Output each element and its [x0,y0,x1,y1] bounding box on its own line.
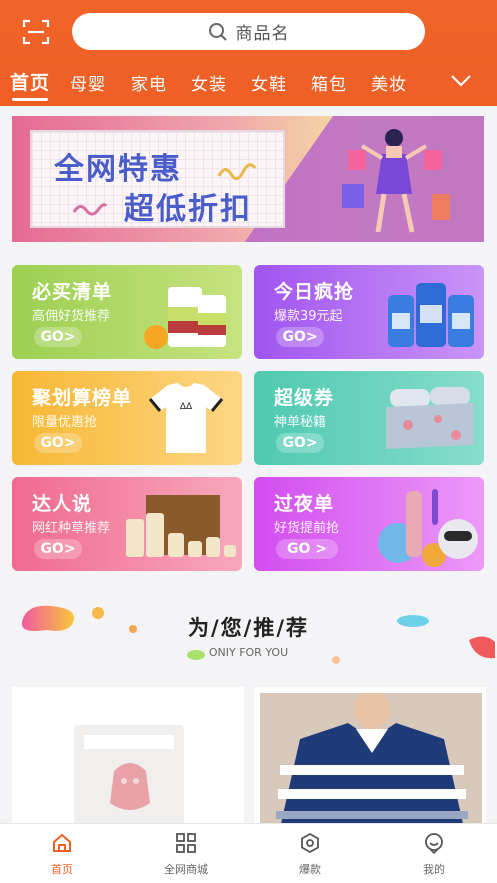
card-subtitle: 高佣好货推荐 [32,309,111,324]
nav-label: 首页 [51,863,73,876]
tab-womens-clothing[interactable]: 女装 [191,70,227,95]
polo-shirt-product-image [260,693,482,837]
category-tabs: 首页 母婴 家电 女装 女鞋 箱包 美妆 [0,62,497,106]
recommend-subtitle: ONIY FOR YOU [208,646,289,659]
nav-mine[interactable]: 我的 [394,832,474,877]
card-subtitle: 爆款39元起 [274,309,343,324]
card-today-rush[interactable]: 今日疯抢 爆款39元起 GO> [254,265,484,359]
go-button[interactable]: GO > [276,539,338,559]
nav-home[interactable]: 首页 [22,832,102,877]
gadgets-image [378,489,478,567]
card-subtitle: 好货提前抢 [274,521,340,536]
grid-icon [176,833,196,853]
tab-home[interactable]: 首页 [10,68,50,95]
card-title: 聚划算榜单 [32,387,133,409]
active-tab-underline [12,98,48,101]
tab-beauty[interactable]: 美妆 [371,70,407,95]
top-header: 商品名 首页 母婴 家电 女装 女鞋 箱包 美妆 [0,0,497,106]
search-icon [208,22,227,41]
face-mask-product-image [74,725,184,837]
tab-bags[interactable]: 箱包 [311,70,347,95]
nav-label: 爆款 [299,863,321,876]
nav-mall[interactable]: 全网商城 [146,832,226,877]
card-title: 超级券 [274,387,335,409]
squiggle-decoration [217,163,257,180]
banner-text-card: 全网特惠 超低折扣 [30,130,285,228]
search-input[interactable]: 商品名 [72,13,425,50]
product-card-face-mask[interactable] [12,687,244,837]
go-button[interactable]: GO> [34,327,82,347]
bedding-image [386,387,474,449]
supplement-bottles-image [144,287,226,349]
go-button[interactable]: GO> [276,327,324,347]
tab-appliances[interactable]: 家电 [131,70,167,95]
nav-hot[interactable]: 爆款 [270,832,350,877]
go-button[interactable]: GO> [34,539,82,559]
shopper-illustration [342,129,450,233]
search-placeholder: 商品名 [235,24,290,44]
recommend-title: 为/您/推/荐 [187,616,309,640]
card-title: 今日疯抢 [274,281,355,303]
detergent-bottles-image [388,283,474,347]
tshirt-image: ᐃᐃ [148,383,224,453]
banner-title: 全网特惠 [54,152,182,187]
cosmetics-set-image [126,495,236,557]
go-button[interactable]: GO> [34,433,82,453]
card-juhuasuan-ranking[interactable]: 聚划算榜单 限量优惠抢 GO> ᐃᐃ [12,371,242,465]
tab-womens-shoes[interactable]: 女鞋 [251,70,287,95]
card-subtitle: 网红种草推荐 [32,521,111,536]
bottom-navigation: 首页 全网商城 爆款 我的 [0,823,497,883]
banner-subtitle: 超低折扣 [124,192,252,227]
scan-icon[interactable] [22,18,50,46]
card-super-coupon[interactable]: 超级券 神单秘籍 GO> [254,371,484,465]
promo-banner[interactable]: 全网特惠 超低折扣 [12,116,484,242]
squiggle-decoration [72,203,108,216]
card-subtitle: 限量优惠抢 [32,415,98,430]
nav-label: 全网商城 [164,863,208,876]
hexagon-icon [301,832,319,854]
chevron-down-icon[interactable] [450,72,472,90]
card-title: 必买清单 [32,281,113,303]
tab-baby[interactable]: 母婴 [70,70,106,95]
nav-label: 我的 [423,863,445,876]
home-icon [53,833,71,852]
card-influencer-says[interactable]: 达人说 网红种草推荐 GO> [12,477,242,571]
card-title: 达人说 [32,493,93,515]
go-button[interactable]: GO> [276,433,324,453]
chat-user-icon [425,833,443,855]
card-must-buy[interactable]: 必买清单 高佣好货推荐 GO> [12,265,242,359]
product-card-polo-shirt[interactable] [254,687,486,837]
card-title: 过夜单 [274,493,335,515]
card-subtitle: 神单秘籍 [274,415,327,430]
svg-text:ᐃᐃ: ᐃᐃ [180,402,193,412]
card-overnight[interactable]: 过夜单 好货提前抢 GO > [254,477,484,571]
